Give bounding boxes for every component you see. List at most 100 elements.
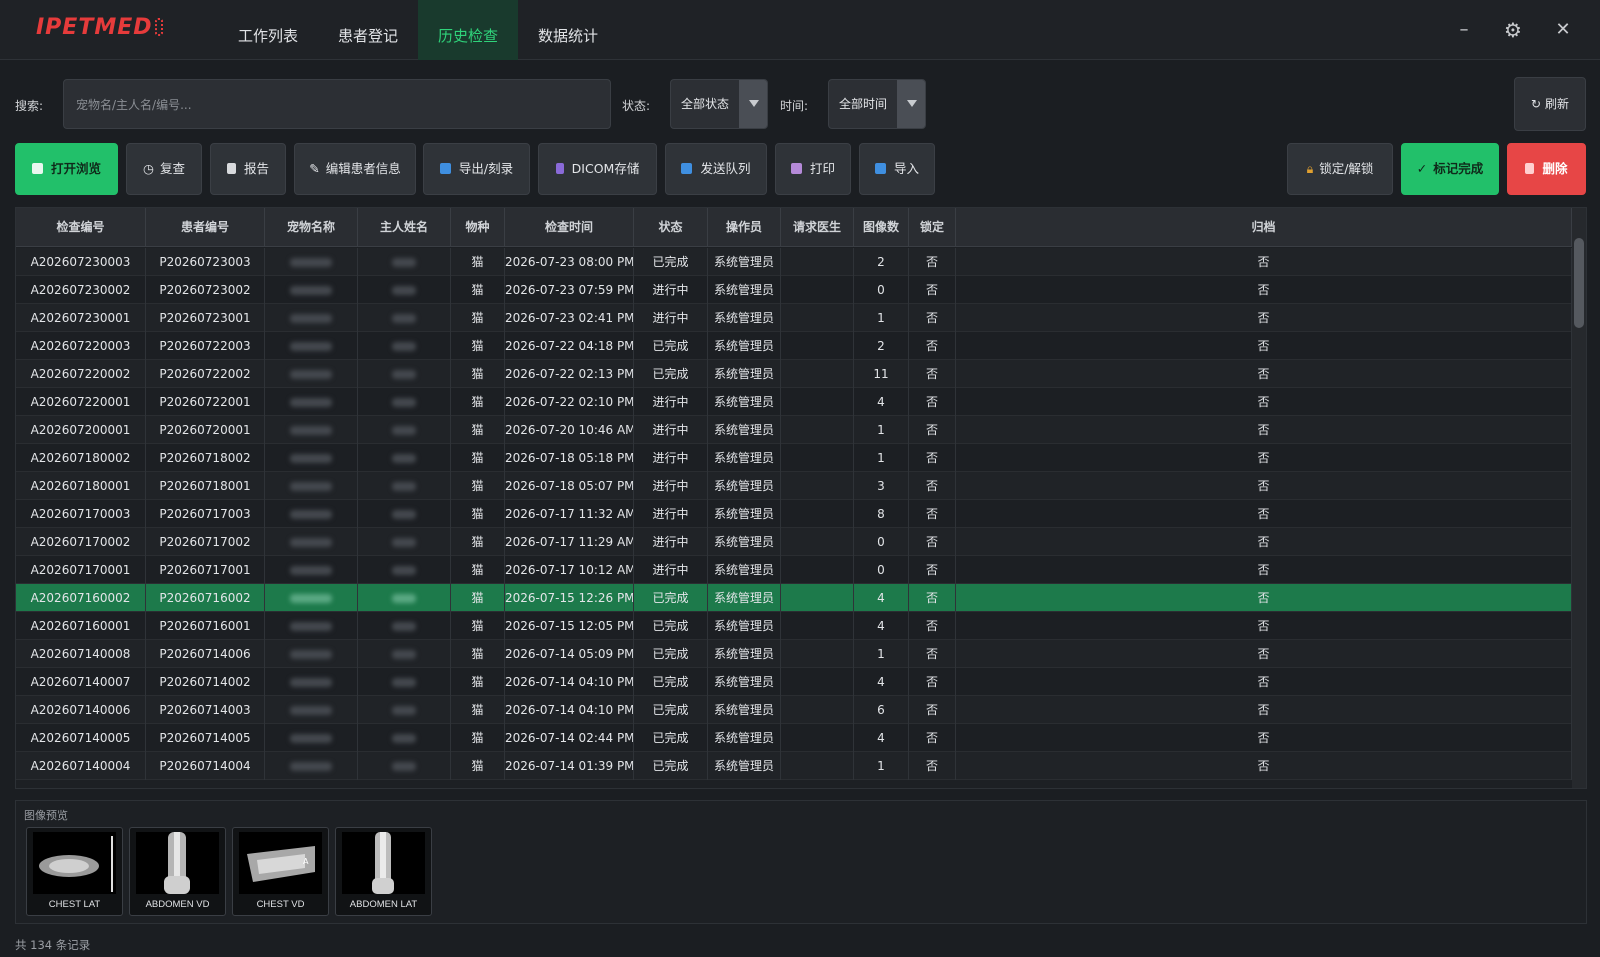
column-header-pet-name[interactable]: 宠物名称 — [265, 208, 358, 247]
tab-history-exams[interactable]: 历史检查 — [418, 0, 519, 60]
table-row[interactable]: A202607140005 P20260714005 猫 2026-07-14 02:… — [16, 724, 1572, 752]
table-row[interactable]: A202607200001 P20260720001 猫 2026-07-20 10:… — [16, 416, 1572, 444]
column-header-image-count[interactable]: 图像数 — [854, 208, 909, 247]
column-header-patient-id[interactable]: 患者编号 — [146, 208, 265, 247]
preview-thumbnail-chest-vd[interactable]: A CHEST VD — [232, 827, 329, 916]
table-row[interactable]: A202607140008 P20260714006 猫 2026-07-14 05:… — [16, 640, 1572, 668]
table-row[interactable]: A202607140004 P20260714004 猫 2026-07-14 01:… — [16, 752, 1572, 780]
cell-status: 已完成 — [634, 332, 708, 360]
dicom-store-button[interactable]: DICOM存储 — [538, 143, 657, 195]
column-header-species[interactable]: 物种 — [451, 208, 505, 247]
cell-operator: 系统管理员 — [708, 584, 781, 612]
table-row[interactable]: A202607220001 P20260722001 猫 2026-07-22 02:… — [16, 388, 1572, 416]
table-row[interactable]: A202607170003 P20260717003 猫 2026-07-17 11:… — [16, 500, 1572, 528]
table-row[interactable]: A202607170002 P20260717002 猫 2026-07-17 11:… — [16, 528, 1572, 556]
table-row[interactable]: A202607140007 P20260714002 猫 2026-07-14 04:… — [16, 668, 1572, 696]
cell-exam-time: 2026-07-14 05:09 PM — [505, 640, 634, 668]
search-label: 搜索: — [15, 99, 44, 113]
table-row[interactable]: A202607230001 P20260723001 猫 2026-07-23 02:… — [16, 304, 1572, 332]
cell-patient-id: P20260714003 — [146, 696, 265, 724]
column-header-status[interactable]: 状态 — [634, 208, 708, 247]
redacted-text — [290, 678, 332, 687]
redacted-text — [392, 342, 416, 351]
cell-exam-time: 2026-07-18 05:07 PM — [505, 472, 634, 500]
print-button[interactable]: 打印 — [775, 143, 851, 195]
column-header-exam-id[interactable]: 检查编号 — [16, 208, 146, 247]
table-row[interactable]: A202607140006 P20260714003 猫 2026-07-14 04:… — [16, 696, 1572, 724]
redacted-text — [290, 734, 332, 743]
import-button[interactable]: 导入 — [859, 143, 935, 195]
cell-species: 猫 — [451, 276, 505, 304]
refresh-button[interactable]: ↻ 刷新 — [1514, 77, 1586, 131]
cell-operator: 系统管理员 — [708, 304, 781, 332]
cell-patient-id: P20260717003 — [146, 500, 265, 528]
delete-button[interactable]: 删除 — [1507, 143, 1586, 195]
column-header-archived[interactable]: 归档 — [956, 208, 1572, 247]
cell-image-count: 0 — [854, 556, 909, 584]
table-row[interactable]: A202607160001 P20260716001 猫 2026-07-15 12:… — [16, 612, 1572, 640]
scrollbar-thumb[interactable] — [1574, 238, 1584, 328]
time-select[interactable]: 全部时间 — [828, 79, 926, 129]
cell-status: 已完成 — [634, 668, 708, 696]
cell-locked: 否 — [909, 388, 956, 416]
column-header-operator[interactable]: 操作员 — [708, 208, 781, 247]
table-row[interactable]: A202607180001 P20260718001 猫 2026-07-18 05:… — [16, 472, 1572, 500]
cell-pet-name — [265, 500, 358, 528]
cell-requesting-doctor — [781, 248, 854, 276]
table-row[interactable]: A202607170001 P20260717001 猫 2026-07-17 10:… — [16, 556, 1572, 584]
tab-worklist[interactable]: 工作列表 — [218, 0, 318, 60]
edit-patient-button[interactable]: ✎ 编辑患者信息 — [294, 143, 416, 195]
settings-gear-icon[interactable]: ⚙ — [1501, 18, 1525, 42]
cell-status: 已完成 — [634, 724, 708, 752]
table-row[interactable]: A202607230003 P20260723003 猫 2026-07-23 08:… — [16, 248, 1572, 276]
cell-patient-id: P20260714006 — [146, 640, 265, 668]
redacted-text — [290, 342, 332, 351]
cell-status: 已完成 — [634, 360, 708, 388]
tab-patient-registration[interactable]: 患者登记 — [318, 0, 418, 60]
cell-exam-id: A202607170003 — [16, 500, 146, 528]
cell-pet-name — [265, 248, 358, 276]
column-header-locked[interactable]: 锁定 — [909, 208, 956, 247]
cell-image-count: 4 — [854, 724, 909, 752]
close-button[interactable]: ✕ — [1551, 18, 1575, 42]
redacted-text — [290, 426, 332, 435]
xray-image: A — [239, 832, 322, 894]
cell-species: 猫 — [451, 556, 505, 584]
report-button[interactable]: 报告 — [210, 143, 286, 195]
table-row[interactable]: A202607180002 P20260718002 猫 2026-07-18 05:… — [16, 444, 1572, 472]
mark-complete-button[interactable]: ✓ 标记完成 — [1401, 143, 1499, 195]
status-dropdown-arrow-icon[interactable] — [739, 80, 767, 128]
cell-image-count: 1 — [854, 640, 909, 668]
table-row[interactable]: A202607220003 P20260722003 猫 2026-07-22 04:… — [16, 332, 1572, 360]
redacted-text — [392, 510, 416, 519]
table-row[interactable]: A202607230002 P20260723002 猫 2026-07-23 07:… — [16, 276, 1572, 304]
column-header-owner-name[interactable]: 主人姓名 — [358, 208, 451, 247]
send-queue-button[interactable]: 发送队列 — [665, 143, 767, 195]
time-dropdown-arrow-icon[interactable] — [897, 80, 925, 128]
cell-archived: 否 — [956, 752, 1572, 780]
table-row[interactable]: A202607160002 P20260716002 猫 2026-07-15 12:… — [16, 584, 1572, 612]
cell-pet-name — [265, 528, 358, 556]
cell-requesting-doctor — [781, 416, 854, 444]
lock-unlock-button[interactable]: 🔒︎ 锁定/解锁 — [1287, 143, 1393, 195]
table-scrollbar[interactable] — [1572, 208, 1586, 788]
preview-thumbnail-abdomen-vd[interactable]: ABDOMEN VD — [129, 827, 226, 916]
column-header-exam-time[interactable]: 检查时间 — [505, 208, 634, 247]
table-row[interactable]: A202607220002 P20260722002 猫 2026-07-22 02:… — [16, 360, 1572, 388]
cell-exam-id: A202607140007 — [16, 668, 146, 696]
recheck-button[interactable]: ◷ 复查 — [126, 143, 202, 195]
cell-patient-id: P20260723001 — [146, 304, 265, 332]
cell-patient-id: P20260714002 — [146, 668, 265, 696]
preview-thumbnail-abdomen-lat[interactable]: ABDOMEN LAT — [335, 827, 432, 916]
logo-mark-icon — [154, 18, 163, 36]
preview-thumbnail-chest-lat[interactable]: CHEST LAT — [26, 827, 123, 916]
main-nav: 工作列表 患者登记 历史检查 数据统计 — [218, 0, 618, 60]
column-header-requesting-doctor[interactable]: 请求医生 — [781, 208, 854, 247]
export-burn-button[interactable]: 导出/刻录 — [423, 143, 530, 195]
tab-statistics[interactable]: 数据统计 — [518, 0, 618, 60]
status-select[interactable]: 全部状态 — [670, 79, 768, 129]
minimize-button[interactable]: – — [1452, 18, 1476, 42]
thumbnail-caption: CHEST VD — [256, 899, 305, 910]
open-view-button[interactable]: 打开浏览 — [15, 143, 118, 195]
search-input[interactable]: 宠物名/主人名/编号... — [63, 79, 611, 129]
